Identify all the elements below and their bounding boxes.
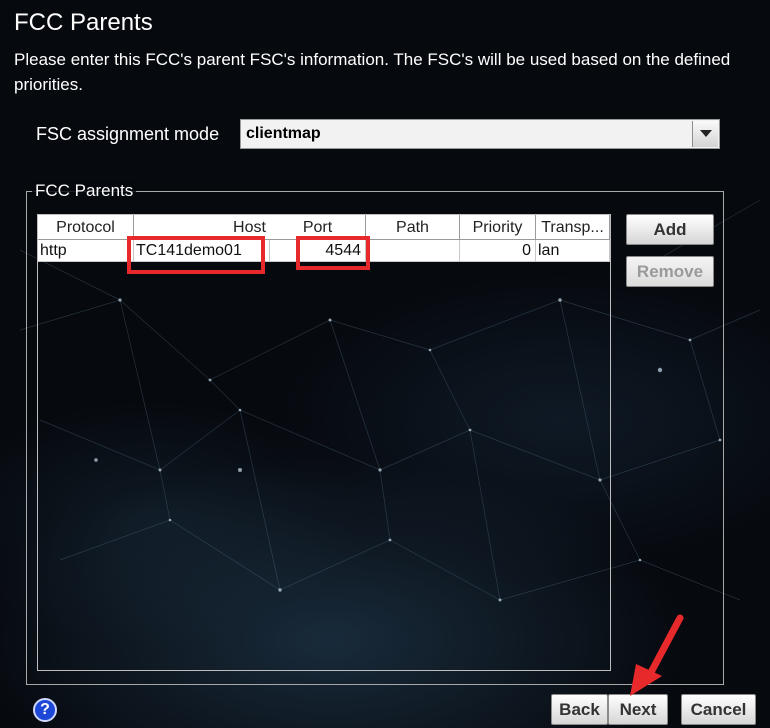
fcc-parents-legend: FCC Parents bbox=[32, 181, 137, 201]
fcc-parents-panel: FCC Parents Please enter this FCC's pare… bbox=[0, 0, 770, 728]
help-icon[interactable]: ? bbox=[33, 698, 57, 722]
port-highlight-box bbox=[296, 236, 370, 270]
assignment-mode-value: clientmap bbox=[246, 125, 321, 142]
page-description: Please enter this FCC's parent FSC's inf… bbox=[14, 50, 731, 94]
column-header-transport[interactable]: Transp... bbox=[536, 215, 610, 240]
cell-transport[interactable]: lan bbox=[536, 240, 610, 262]
back-button[interactable]: Back bbox=[551, 694, 608, 725]
host-highlight-box bbox=[127, 236, 265, 274]
column-header-priority[interactable]: Priority bbox=[460, 215, 536, 240]
dropdown-button[interactable] bbox=[692, 121, 718, 147]
cell-protocol[interactable]: http bbox=[38, 240, 134, 262]
parents-table: Protocol Host Port Path Priority Transp.… bbox=[37, 214, 611, 671]
cell-path[interactable] bbox=[366, 240, 460, 262]
assignment-mode-label: FSC assignment mode bbox=[36, 124, 220, 144]
cancel-button[interactable]: Cancel bbox=[681, 694, 756, 725]
remove-button[interactable]: Remove bbox=[626, 256, 714, 287]
cell-priority[interactable]: 0 bbox=[460, 240, 536, 262]
column-header-path[interactable]: Path bbox=[366, 215, 460, 240]
add-button[interactable]: Add bbox=[626, 214, 714, 245]
annotation-arrow-icon bbox=[630, 614, 684, 696]
chevron-down-icon bbox=[700, 130, 712, 137]
page-title: FCC Parents bbox=[14, 9, 153, 36]
assignment-mode-select[interactable]: clientmap bbox=[240, 119, 720, 149]
column-header-protocol[interactable]: Protocol bbox=[38, 215, 134, 240]
